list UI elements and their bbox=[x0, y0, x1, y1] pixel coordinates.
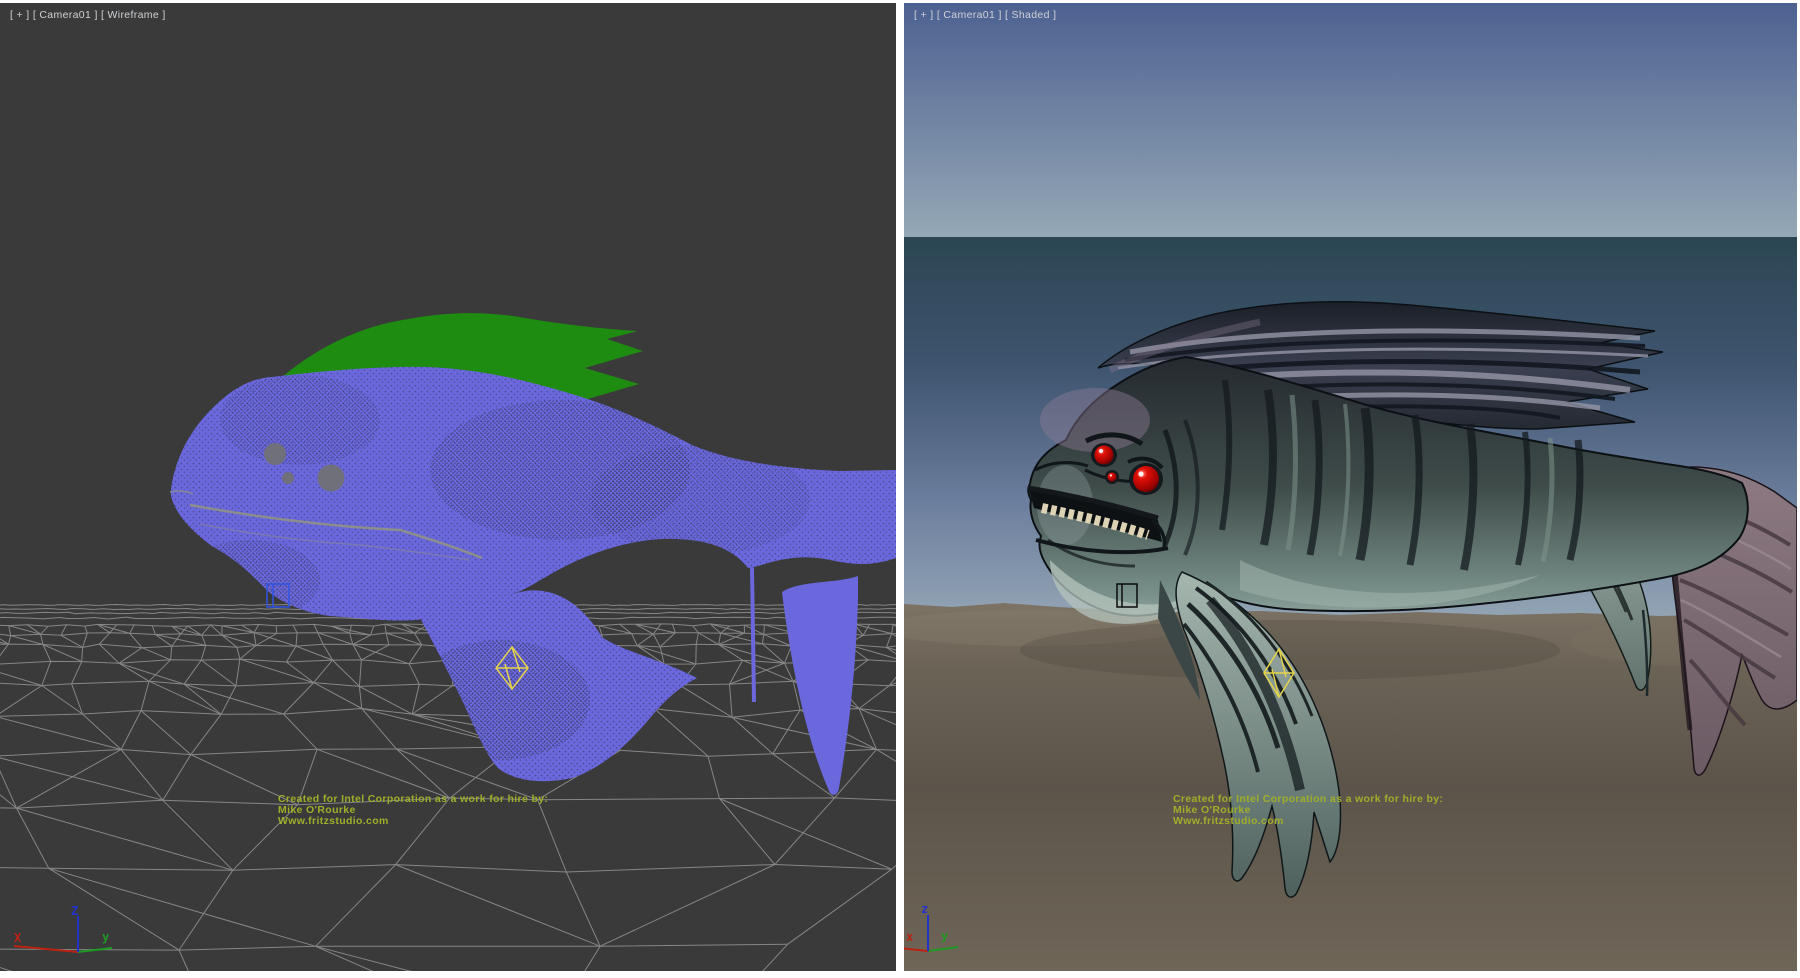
world-axis-gizmo: X y Z bbox=[0, 902, 150, 964]
credit-text: Created for Intel Corporation as a work … bbox=[1173, 794, 1443, 827]
red-eye-small bbox=[1108, 473, 1117, 482]
credit-text: Created for Intel Corporation as a work … bbox=[278, 794, 548, 827]
world-axis-gizmo: x y z bbox=[904, 902, 1054, 964]
axis-x-line bbox=[14, 946, 78, 952]
wireframe-trailing-spike bbox=[782, 576, 858, 795]
wireframe-eye-small bbox=[282, 472, 294, 484]
red-eye bbox=[1133, 466, 1159, 492]
axis-z-label: Z bbox=[71, 904, 78, 918]
axis-y-line bbox=[928, 947, 958, 951]
viewport-label-shaded[interactable]: [ + ] [ Camera01 ] [ Shaded ] bbox=[914, 9, 1056, 21]
dual-viewport-3d-app: { "viewports": { "left": { "label": "[ +… bbox=[0, 0, 1800, 978]
axis-y-line bbox=[78, 948, 112, 952]
axis-x-line bbox=[904, 945, 928, 951]
axis-x-label: X bbox=[14, 931, 22, 945]
red-eye bbox=[1095, 446, 1114, 465]
viewport-wireframe[interactable]: [ + ] [ Camera01 ] [ Wireframe ] Created… bbox=[0, 3, 896, 971]
credit-line3: Www.fritzstudio.com bbox=[1173, 815, 1284, 827]
credit-line3: Www.fritzstudio.com bbox=[278, 815, 389, 827]
axis-y-label: y bbox=[941, 929, 948, 943]
axis-z-label: z bbox=[921, 902, 928, 916]
viewport-shaded[interactable]: [ + ] [ Camera01 ] [ Shaded ] Created fo… bbox=[904, 3, 1797, 971]
viewport-label-wireframe[interactable]: [ + ] [ Camera01 ] [ Wireframe ] bbox=[10, 9, 166, 21]
axis-y-label: y bbox=[102, 930, 109, 944]
wireframe-eye bbox=[318, 465, 345, 492]
wireframe-eye bbox=[264, 443, 286, 465]
axis-x-label: x bbox=[906, 930, 913, 944]
